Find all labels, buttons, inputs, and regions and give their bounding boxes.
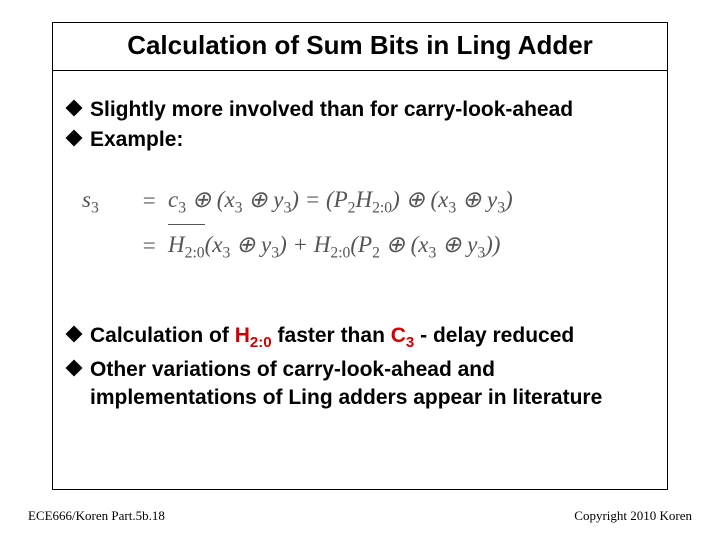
- eq1-a: ) = (P: [291, 187, 347, 212]
- title-rule: [52, 70, 668, 71]
- top-bullets: Slightly more involved than for carry-lo…: [68, 96, 660, 157]
- eq1-c: c: [168, 187, 178, 212]
- eq2-g: )): [485, 232, 500, 257]
- b3-C: C: [391, 324, 406, 347]
- bullet-1-text: Slightly more involved than for carry-lo…: [90, 98, 573, 121]
- eq1-e2: ⊕ y: [456, 187, 497, 212]
- b3-post: - delay reduced: [414, 324, 574, 347]
- eq2-Hbar-sub: 2:0: [185, 245, 205, 262]
- bottom-bullets: Calculation of H2:0 faster than C3 - del…: [68, 322, 660, 414]
- eq1-s7: 3: [497, 200, 505, 217]
- footer-right: Copyright 2010 Koren: [574, 508, 692, 524]
- b3-mid: faster than: [272, 324, 391, 347]
- bullet-2-text: Example:: [90, 128, 183, 151]
- eq2-b: ⊕ y: [230, 232, 271, 257]
- eq2-d: (P: [350, 232, 372, 257]
- eq2-s4: 2: [372, 245, 380, 262]
- equation-block: s3 = c3 ⊕ (x3 ⊕ y3) = (P2H2:0) ⊕ (x3 ⊕ y…: [82, 178, 660, 269]
- slide-title: Calculation of Sum Bits in Ling Adder: [52, 30, 668, 61]
- eq1-e1: ) ⊕ (x: [392, 187, 448, 212]
- b3-pre: Calculation of: [90, 324, 235, 347]
- eq1-H: H: [355, 187, 372, 212]
- eq2-s3: 2:0: [330, 245, 350, 262]
- b3-H: H: [235, 324, 250, 347]
- bullet-2: Example:: [68, 126, 660, 154]
- eq2-a: (x: [205, 232, 223, 257]
- eq2-body: H2:0(x3 ⊕ y3) + H2:0(P2 ⊕ (x3 ⊕ y3)): [168, 223, 500, 268]
- footer-left: ECE666/Koren Part.5b.18: [28, 508, 165, 524]
- eq-lhs-sub: 3: [91, 200, 99, 217]
- eq-lhs: s: [82, 187, 91, 212]
- equation-row-1: s3 = c3 ⊕ (x3 ⊕ y3) = (P2H2:0) ⊕ (x3 ⊕ y…: [82, 178, 660, 223]
- bullet-4: Other variations of carry-look-ahead and…: [68, 356, 660, 413]
- eq-sign-2: =: [130, 224, 168, 268]
- eq2-s6: 3: [477, 245, 485, 262]
- eq2-s2: 3: [271, 245, 279, 262]
- bullet-3: Calculation of H2:0 faster than C3 - del…: [68, 322, 660, 354]
- eq-sign: =: [130, 179, 168, 223]
- eq2-e: ⊕ (x: [380, 232, 429, 257]
- eq2-Hbar: H: [168, 232, 185, 257]
- equation-row-2: = H2:0(x3 ⊕ y3) + H2:0(P2 ⊕ (x3 ⊕ y3)): [82, 223, 660, 268]
- bullet-1: Slightly more involved than for carry-lo…: [68, 96, 660, 124]
- eq1-s1: 3: [178, 200, 186, 217]
- eq1-m1: ⊕ (x: [186, 187, 235, 212]
- eq1-body: c3 ⊕ (x3 ⊕ y3) = (P2H2:0) ⊕ (x3 ⊕ y3): [168, 178, 513, 223]
- eq1-cl: ): [505, 187, 513, 212]
- b3-Hsub: 2:0: [250, 334, 272, 351]
- b4-text: Other variations of carry-look-ahead and…: [90, 358, 602, 409]
- eq2-f: ⊕ y: [436, 232, 477, 257]
- eq1-m2: ⊕ y: [242, 187, 283, 212]
- eq2-c: ) + H: [279, 232, 330, 257]
- eq1-s5: 2:0: [372, 200, 392, 217]
